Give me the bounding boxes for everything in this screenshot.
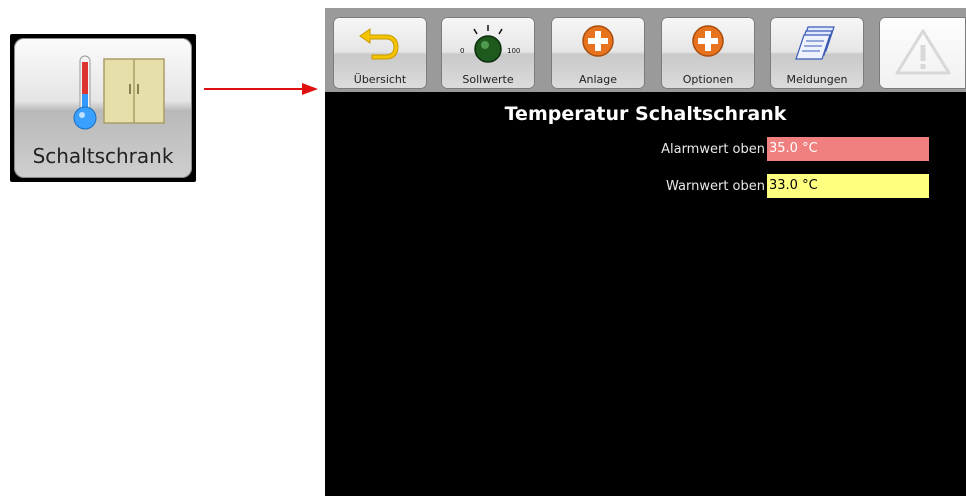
red-arrow-icon	[204, 83, 318, 95]
stacked-pages-icon	[795, 26, 835, 60]
launcher-button-face[interactable]: Schaltschrank	[14, 38, 192, 178]
plus-circle-icon	[692, 25, 724, 57]
cabinet-icon	[103, 58, 165, 124]
anlage-button[interactable]: Anlage	[551, 17, 645, 89]
alarm-label: Alarmwert oben	[661, 141, 765, 157]
sollwerte-button[interactable]: 0 100 Sollwerte	[441, 17, 535, 89]
page-title: Temperatur Schaltschrank	[504, 103, 787, 125]
meldungen-button[interactable]: Meldungen	[770, 17, 864, 89]
warning-triangle-icon	[895, 29, 950, 75]
dial-knob-icon: 0 100	[460, 25, 520, 63]
hmi-screen: Übersicht 0 100 Sollwerte Anlage Optione…	[325, 8, 966, 496]
thermometer-icon	[73, 55, 97, 130]
optionen-button[interactable]: Optionen	[661, 17, 755, 89]
warning-button[interactable]	[879, 17, 966, 89]
warn-value-field[interactable]: 33.0 °C	[767, 174, 929, 198]
uebersicht-button[interactable]: Übersicht	[333, 17, 427, 89]
alarm-value-field[interactable]: 35.0 °C	[767, 137, 929, 161]
warn-row: Warnwert oben 33.0 °C	[666, 174, 929, 198]
launcher-label: Schaltschrank	[32, 144, 174, 168]
warn-label: Warnwert oben	[666, 178, 765, 194]
alarm-row: Alarmwert oben 35.0 °C	[661, 137, 929, 161]
toolbar: Übersicht 0 100 Sollwerte Anlage Optione…	[325, 8, 966, 92]
svg-text:0: 0	[460, 47, 464, 55]
svg-text:100: 100	[507, 47, 520, 55]
plus-circle-icon	[582, 25, 614, 57]
back-arrow-icon	[359, 28, 399, 60]
schaltschrank-launcher-tile[interactable]: Schaltschrank	[10, 34, 196, 182]
